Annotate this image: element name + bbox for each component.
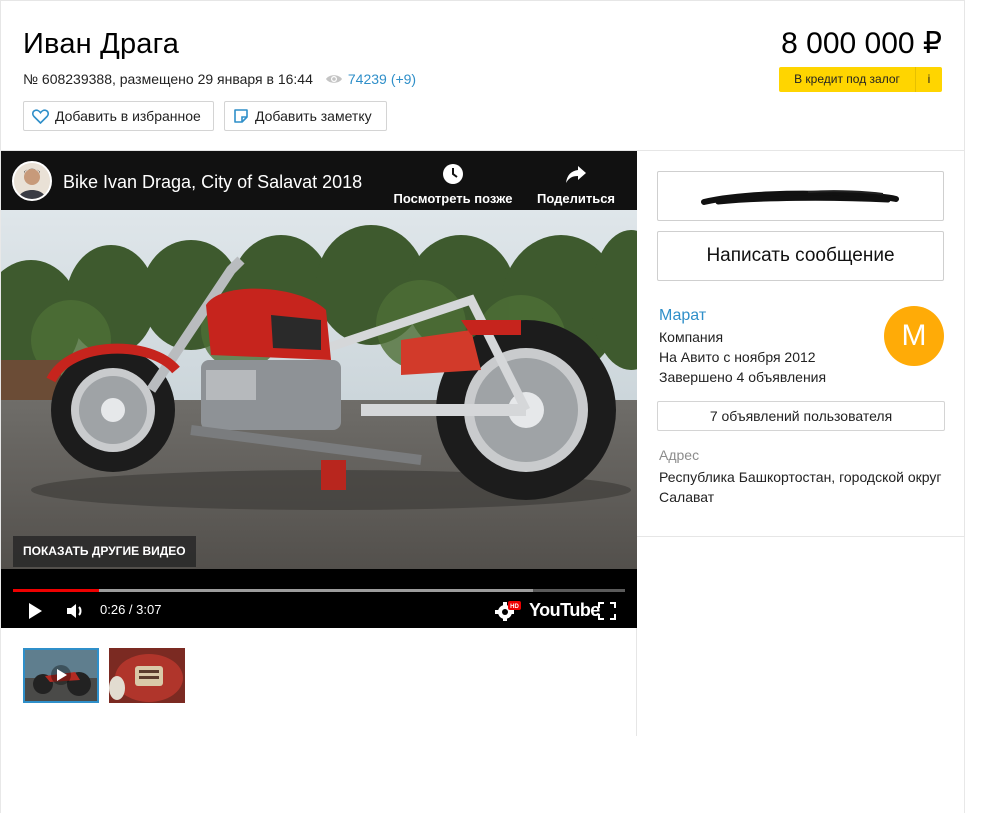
write-message-button[interactable]: Написать сообщение	[657, 231, 944, 281]
seller-avatar[interactable]: М	[884, 306, 944, 366]
show-phone-button[interactable]	[657, 171, 944, 221]
seller-since: На Авито с ноября 2012	[659, 349, 816, 365]
address-label: Адрес	[659, 447, 700, 463]
volume-icon[interactable]	[65, 602, 85, 620]
play-icon[interactable]	[27, 602, 43, 620]
fullscreen-icon[interactable]	[598, 602, 616, 620]
credit-label[interactable]: В кредит под залог	[779, 67, 915, 92]
video-player[interactable]: Bike Ivan Draga, City of Salavat 2018 По…	[1, 151, 637, 628]
watch-later-button[interactable]: Посмотреть позже	[389, 163, 517, 206]
share-label: Поделиться	[536, 191, 616, 206]
share-arrow-icon	[566, 166, 586, 183]
add-note-button[interactable]: Добавить заметку	[224, 101, 387, 131]
progress-bar[interactable]	[13, 589, 625, 592]
redacted-phone-scribble	[701, 190, 899, 205]
video-title[interactable]: Bike Ivan Draga, City of Salavat 2018	[63, 172, 362, 193]
seller-type: Компания	[659, 329, 724, 345]
motorcycle-video-frame	[1, 210, 637, 569]
listing-number-date: № 608239388, размещено 29 января в 16:44	[23, 71, 313, 87]
credit-badge[interactable]: В кредит под залог i	[779, 67, 942, 92]
add-favorite-button[interactable]: Добавить в избранное	[23, 101, 214, 131]
add-note-label: Добавить заметку	[255, 108, 372, 124]
watch-later-label: Посмотреть позже	[393, 191, 513, 206]
credit-info-button[interactable]: i	[915, 67, 942, 92]
eye-icon	[325, 75, 342, 83]
person-avatar-icon	[14, 163, 50, 199]
video-controls: 0:26 / 3:07 HD YouTube	[1, 569, 637, 628]
hd-badge: HD	[510, 604, 519, 610]
clock-icon	[443, 164, 463, 184]
views-count[interactable]: 74239	[348, 71, 387, 87]
photo-thumbnail-image	[109, 648, 185, 703]
video-time: 0:26 / 3:07	[100, 602, 162, 617]
listing-header: Иван Драга № 608239388, размещено 29 янв…	[0, 0, 965, 151]
listing-price: 8 000 000 ₽	[781, 27, 942, 60]
photo-thumbnail[interactable]	[109, 648, 185, 703]
address-value: Республика Башкортостан, городской округ…	[659, 469, 942, 505]
seller-completed: Завершено 4 объявления	[659, 369, 827, 385]
video-thumbnail[interactable]	[23, 648, 99, 703]
heart-icon	[32, 108, 49, 124]
views-delta: (+9)	[390, 71, 417, 87]
video-thumbnail-image	[25, 650, 97, 701]
video-top-bar: Bike Ivan Draga, City of Salavat 2018 По…	[1, 151, 637, 210]
channel-avatar[interactable]	[12, 161, 52, 201]
listing-title: Иван Драга	[23, 28, 180, 60]
more-videos-button[interactable]: ПОКАЗАТЬ ДРУГИЕ ВИДЕО	[13, 536, 196, 567]
share-button[interactable]: Поделиться	[533, 163, 619, 206]
gallery-thumbnails	[1, 628, 637, 736]
seller-panel: Написать сообщение Марат Компания На Ави…	[637, 151, 965, 537]
seller-name[interactable]: Марат	[659, 307, 706, 325]
all-ads-button[interactable]: 7 объявлений пользователя	[657, 401, 945, 431]
settings-gear-icon[interactable]: HD	[495, 601, 521, 621]
add-favorite-label: Добавить в избранное	[55, 108, 201, 124]
youtube-logo[interactable]: YouTube	[529, 600, 600, 621]
listing-meta: № 608239388, размещено 29 января в 16:44…	[23, 71, 416, 87]
note-icon	[234, 109, 248, 123]
video-frame[interactable]	[1, 210, 637, 569]
progress-played	[13, 589, 99, 592]
